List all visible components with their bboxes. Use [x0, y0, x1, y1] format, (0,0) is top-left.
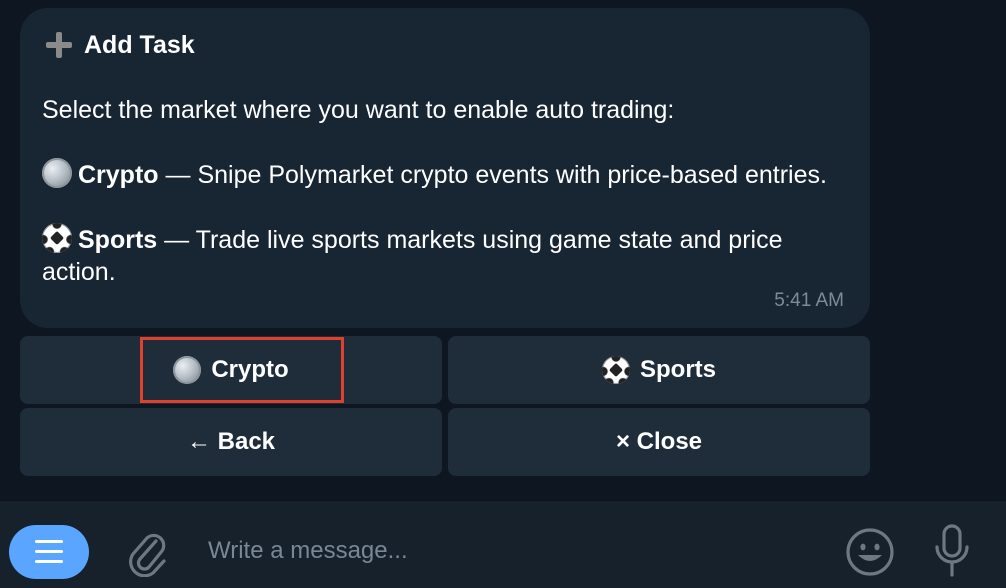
crypto-button[interactable]: Crypto	[20, 336, 442, 404]
market-dash: —	[158, 161, 198, 189]
menu-icon-line	[35, 550, 63, 553]
close-button-label: × Close	[615, 428, 703, 455]
market-name: Crypto	[78, 161, 159, 189]
market-dash: —	[157, 226, 196, 254]
menu-icon-line	[35, 560, 63, 563]
market-description-crypto: Crypto — Snipe Polymarket crypto events …	[42, 158, 848, 191]
message-input[interactable]	[208, 533, 808, 569]
menu-icon	[35, 540, 63, 543]
sports-button[interactable]: Sports	[448, 336, 870, 404]
coin-icon	[173, 356, 202, 384]
menu-button[interactable]	[9, 525, 89, 579]
soccer-ball-icon	[601, 356, 630, 384]
paperclip-icon[interactable]	[126, 527, 170, 577]
back-button-label: ← Back	[186, 428, 276, 455]
message-title-row: Add Task	[42, 30, 848, 60]
crypto-button-label: Crypto	[211, 356, 289, 383]
sports-button-label: Sports	[639, 356, 716, 383]
plus-icon	[46, 32, 72, 58]
message-prompt: Select the market where you want to enab…	[42, 96, 675, 124]
market-description: Snipe Polymarket crypto events with pric…	[197, 161, 827, 189]
microphone-icon[interactable]	[932, 523, 972, 579]
market-name: Sports	[78, 226, 158, 254]
close-button[interactable]: × Close	[448, 408, 870, 476]
message-title: Add Task	[84, 30, 195, 59]
market-description-sports: Sports — Trade live sports markets using…	[42, 223, 848, 288]
back-button[interactable]: ← Back	[20, 408, 442, 476]
message-bubble: Add Task Select the market where you wan…	[20, 8, 870, 328]
message-composer	[0, 501, 1006, 588]
emoji-icon[interactable]	[845, 527, 895, 577]
soccer-ball-icon	[42, 223, 72, 253]
coin-icon	[42, 158, 72, 188]
message-timestamp: 5:41 AM	[774, 290, 844, 311]
chat-area: Add Task Select the market where you wan…	[0, 0, 1006, 500]
